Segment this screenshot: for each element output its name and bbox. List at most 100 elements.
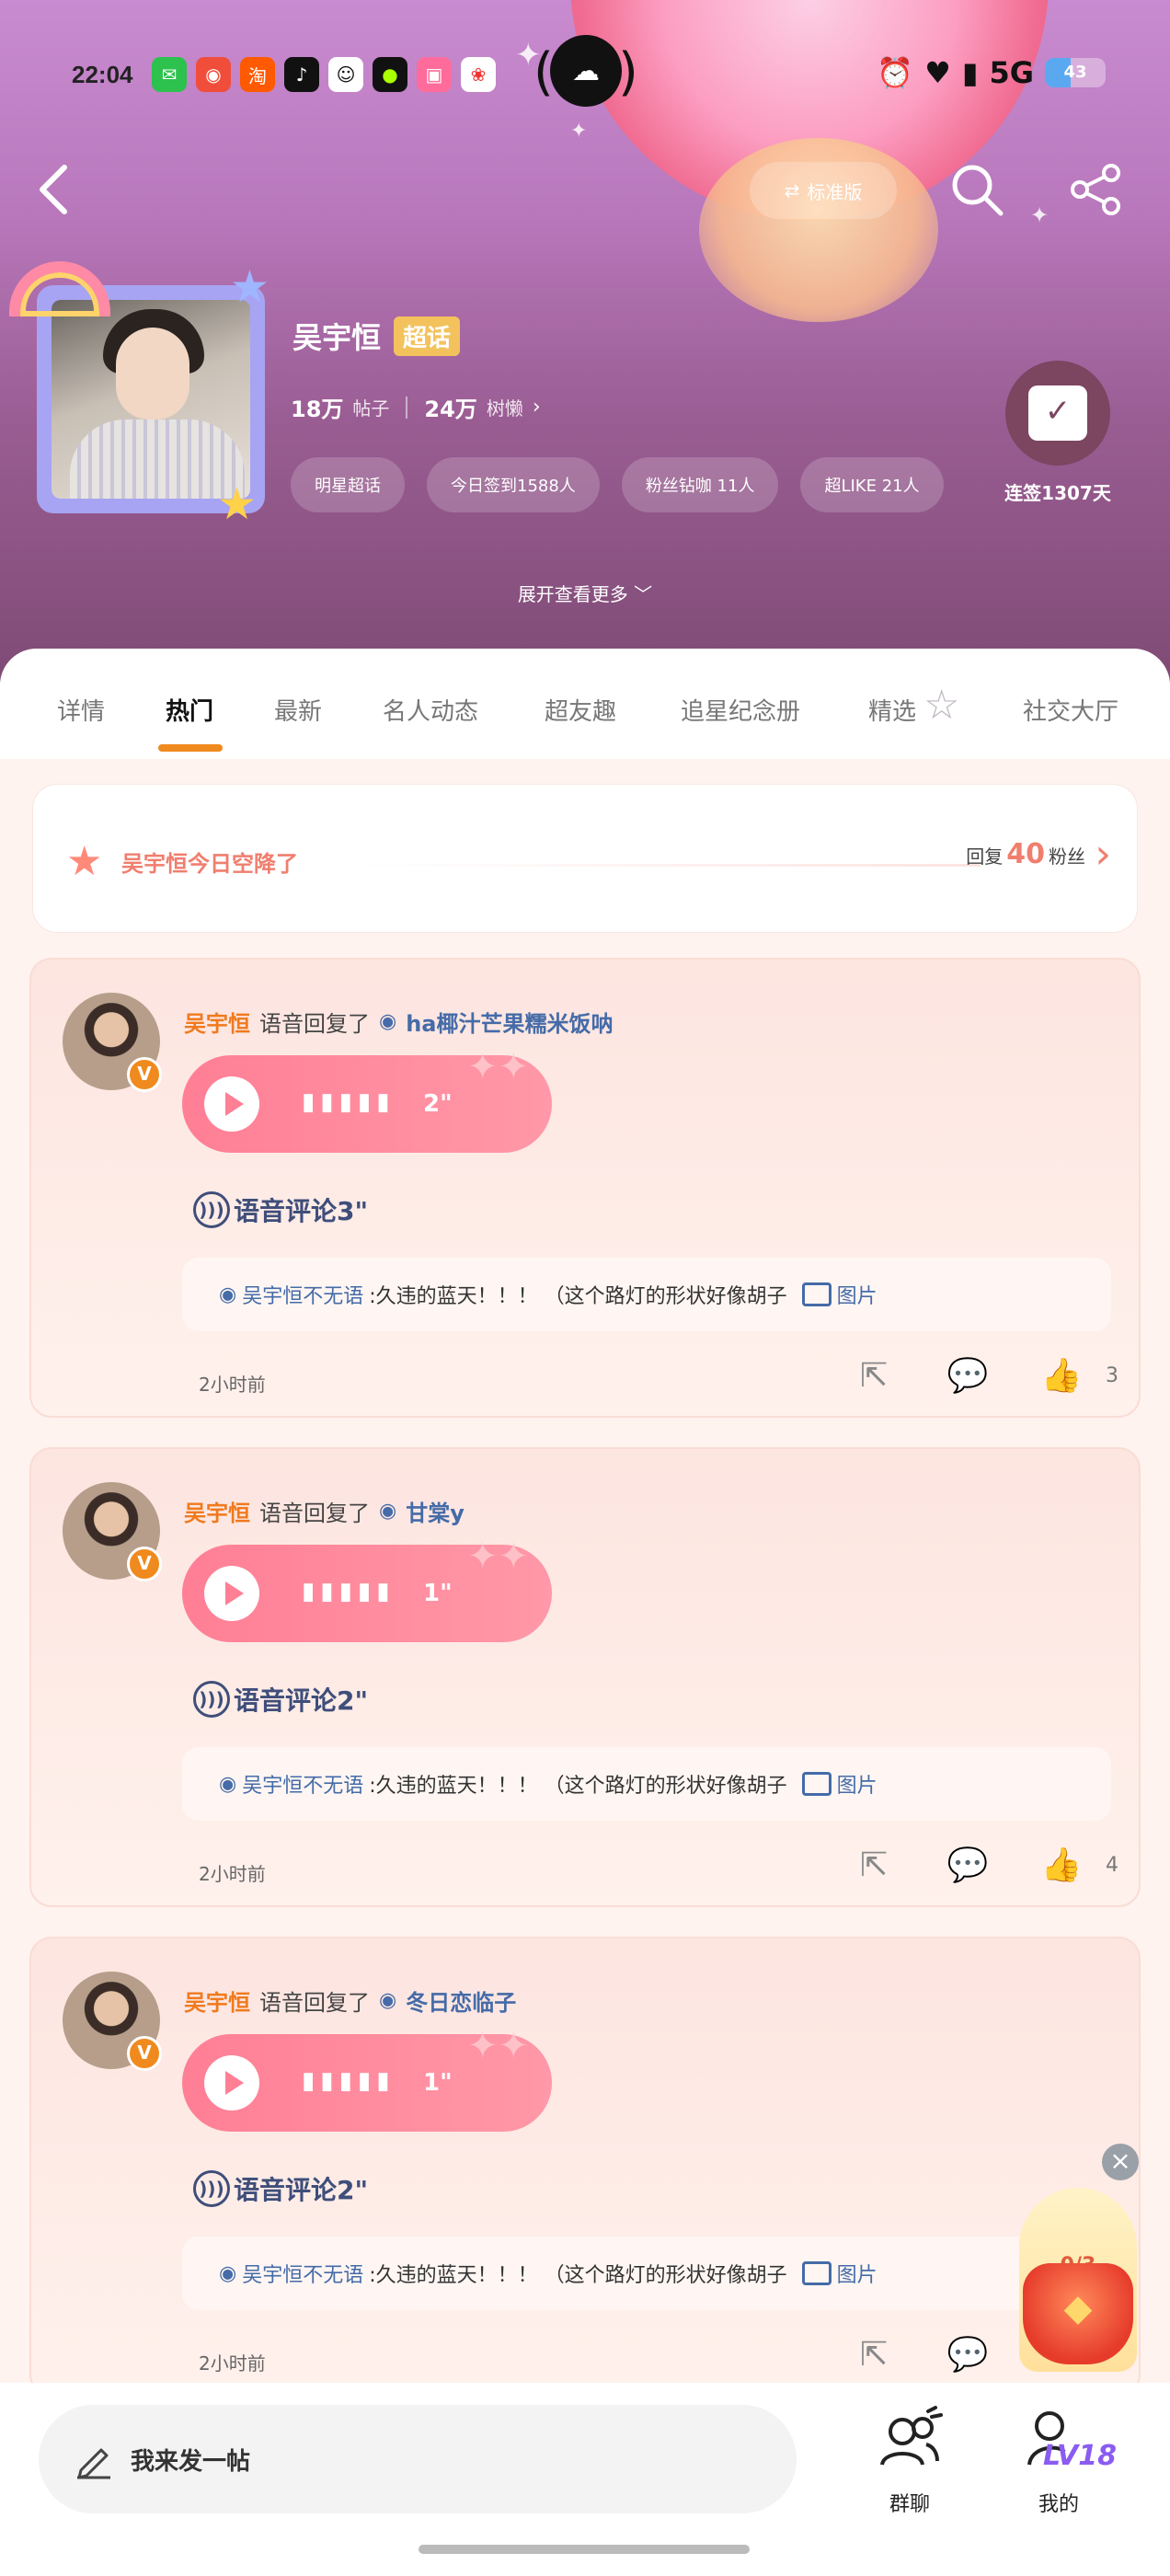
network-type: 5G <box>989 55 1034 90</box>
star-visit-banner[interactable]: ★ 吴宇恒今日空降了 回复 40 粉丝 › <box>33 785 1137 932</box>
sound-wave-icon: ))) <box>193 2170 230 2207</box>
rainbow-decoration <box>9 261 110 316</box>
tab-latest[interactable]: 最新 <box>274 693 322 727</box>
quote-image-label[interactable]: 图片 <box>837 1280 878 1309</box>
comment-icon[interactable]: 💬 <box>944 1843 992 1887</box>
tab-super-friends[interactable]: 超友趣 <box>545 693 616 727</box>
swap-icon: ⇄ <box>784 179 800 201</box>
tab-details[interactable]: 详情 <box>57 693 105 727</box>
badge-super-like[interactable]: 超LIKE 21人 <box>800 457 944 512</box>
status-time: 22:04 <box>72 61 133 88</box>
featured-star-icon: ☆ <box>923 682 960 729</box>
banner-reply-count: 回复 40 粉丝 <box>966 838 1085 870</box>
home-indicator[interactable] <box>419 2545 750 2554</box>
reply-target[interactable]: 甘棠y <box>406 1495 465 1527</box>
top-nav: ⇄ 标准版 <box>0 156 1170 221</box>
voice-comment[interactable]: ))) 语音评论3" <box>193 1191 368 1228</box>
quoted-post[interactable]: ◉ 吴宇恒不无语 :久违的蓝天！！！ （这个路灯的形状好像胡子 图片 <box>182 2237 1111 2310</box>
waveform-icon: ▮▮▮▮▮ <box>302 2067 396 2095</box>
badge-checkin-today[interactable]: 今日签到1588人 <box>427 457 600 512</box>
voice-comment[interactable]: ))) 语音评论2" <box>193 1681 368 1718</box>
share-icon[interactable]: ⇱ <box>850 1353 898 1397</box>
post-action: 语音回复了 <box>259 1011 370 1037</box>
voice-message-player[interactable]: ▮▮▮▮▮ 1" ✦✦ <box>182 2025 552 2132</box>
quoted-post[interactable]: ◉ 吴宇恒不无语 :久违的蓝天！！！ （这个路灯的形状好像胡子 图片 <box>182 1258 1111 1331</box>
expand-more-button[interactable]: 展开查看更多 ﹀ <box>0 580 1170 606</box>
profile-button[interactable]: LV18 我的 <box>1008 2399 1117 2517</box>
tab-fan-album[interactable]: 追星纪念册 <box>681 693 800 727</box>
reply-target[interactable]: 冬日恋临子 <box>406 1984 516 2017</box>
play-icon[interactable] <box>204 2055 259 2110</box>
search-button[interactable] <box>947 160 1006 219</box>
thumbs-up-icon: 👍 <box>1040 1357 1083 1395</box>
verified-badge-icon: V <box>127 2036 162 2071</box>
avatar-photo <box>52 300 250 499</box>
tab-hot[interactable]: 热门 <box>166 693 213 727</box>
wechat-icon: ✉ <box>152 57 187 92</box>
post-card[interactable]: V 吴宇恒 语音回复了 ◉ 冬日恋临子 ▮▮▮▮▮ 1" ✦✦ ))) 语音评论… <box>29 1937 1141 2397</box>
like-button[interactable]: 👍 4 <box>1038 1843 1118 1887</box>
supertopic-tag: 超话 <box>394 316 461 356</box>
mode-switch-button[interactable]: ⇄ 标准版 <box>750 162 897 219</box>
post-time: 2小时前 <box>199 1863 266 1885</box>
signal-icon: ▮ <box>961 55 979 90</box>
hotspot-icon: ☁ <box>550 35 622 107</box>
quote-image-label[interactable]: 图片 <box>837 1769 878 1799</box>
quote-author[interactable]: 吴宇恒不无语 <box>242 2259 363 2288</box>
app-green-icon: ● <box>373 57 407 92</box>
red-packet-widget[interactable]: × 0/3 <box>1017 2144 1139 2383</box>
tab-featured[interactable]: 精选 <box>868 693 916 727</box>
hotspot-indicator: ( ☁ ) <box>533 35 638 116</box>
quote-author[interactable]: 吴宇恒不无语 <box>242 1280 363 1309</box>
post-author[interactable]: 吴宇恒 <box>184 1495 250 1527</box>
reply-suffix: 粉丝 <box>1049 845 1085 868</box>
voice-comment-label: 语音评论2" <box>234 1685 369 1716</box>
comment-icon[interactable]: 💬 <box>944 2332 992 2376</box>
quoted-post[interactable]: ◉ 吴宇恒不无语 :久违的蓝天！！！ （这个路灯的形状好像胡子 图片 <box>182 1747 1111 1821</box>
voice-duration: 1" <box>423 1580 453 1607</box>
quote-image-label[interactable]: 图片 <box>837 2259 878 2288</box>
badge-fan-diamond[interactable]: 粉丝钻咖 11人 <box>621 457 779 512</box>
quote-author[interactable]: 吴宇恒不无语 <box>242 1769 363 1799</box>
alarm-icon: ⏰ <box>877 55 914 90</box>
supertopic-title: 吴宇恒 超话 <box>292 315 461 357</box>
voice-message-player[interactable]: ▮▮▮▮▮ 1" ✦✦ <box>182 1535 552 1642</box>
like-button[interactable]: 👍 3 <box>1038 1353 1118 1397</box>
sound-wave-icon: ))) <box>193 1191 230 1228</box>
supertopic-avatar[interactable]: ★ ★ <box>9 261 285 534</box>
post-action: 语音回复了 <box>259 1501 370 1526</box>
star-decoration-icon: ✦✦ <box>467 2025 530 2067</box>
post-card[interactable]: V 吴宇恒 语音回复了 ◉ 甘棠y ▮▮▮▮▮ 1" ✦✦ ))) 语音评论2"… <box>29 1447 1141 1907</box>
voice-comment[interactable]: ))) 语音评论2" <box>193 2170 368 2207</box>
supertopic-badges: 明星超话 今日签到1588人 粉丝钻咖 11人 超LIKE 21人 <box>291 457 944 512</box>
play-icon[interactable] <box>204 1076 259 1132</box>
share-button[interactable] <box>1067 160 1126 219</box>
checkin-button[interactable]: 连签1307天 <box>1003 361 1113 505</box>
back-button[interactable] <box>35 162 72 214</box>
post-header: 吴宇恒 语音回复了 ◉ ha椰汁芒果糯米饭呐 <box>184 1006 613 1038</box>
group-chat-label: 群聊 <box>889 2493 930 2516</box>
tab-celebrity-updates[interactable]: 名人动态 <box>383 693 478 727</box>
post-card[interactable]: V 吴宇恒 语音回复了 ◉ ha椰汁芒果糯米饭呐 ▮▮▮▮▮ 2" ✦✦ )))… <box>29 958 1141 1418</box>
voice-duration: 2" <box>423 1090 453 1118</box>
share-icon[interactable]: ⇱ <box>850 1843 898 1887</box>
supertopic-stats[interactable]: 18万 帖子 24万 树懒 › <box>291 391 541 423</box>
tab-bar: 详情 热门 最新 名人动态 超友趣 追星纪念册 精选 ☆ 社交大厅 <box>0 649 1170 759</box>
play-icon[interactable] <box>204 1566 259 1621</box>
badge-star-supertopic[interactable]: 明星超话 <box>291 457 405 512</box>
group-chat-button[interactable]: 群聊 <box>859 2399 960 2517</box>
share-icon[interactable]: ⇱ <box>850 2332 898 2376</box>
star-decoration-icon: ✦✦ <box>467 1535 530 1578</box>
post-author[interactable]: 吴宇恒 <box>184 1984 250 2017</box>
reply-target[interactable]: ha椰汁芒果糯米饭呐 <box>406 1006 613 1038</box>
calendar-check-icon <box>1005 361 1110 466</box>
image-icon <box>801 1772 832 1796</box>
supertopic-header: ✦ ✦ ✦ 22:04 ✉ ◉ 淘 ♪ ☺ ● ▣ ❀ ( ☁ ) ⏰ ♥ ▮ … <box>0 0 1170 699</box>
voice-message-player[interactable]: ▮▮▮▮▮ 2" ✦✦ <box>182 1046 552 1153</box>
compose-post-button[interactable]: 我来发一帖 <box>39 2405 797 2513</box>
close-icon[interactable]: × <box>1102 2144 1139 2180</box>
comment-icon[interactable]: 💬 <box>944 1353 992 1397</box>
tab-social-hall[interactable]: 社交大厅 <box>1023 693 1118 727</box>
post-author[interactable]: 吴宇恒 <box>184 1006 250 1038</box>
post-header: 吴宇恒 语音回复了 ◉ 甘棠y <box>184 1495 465 1527</box>
